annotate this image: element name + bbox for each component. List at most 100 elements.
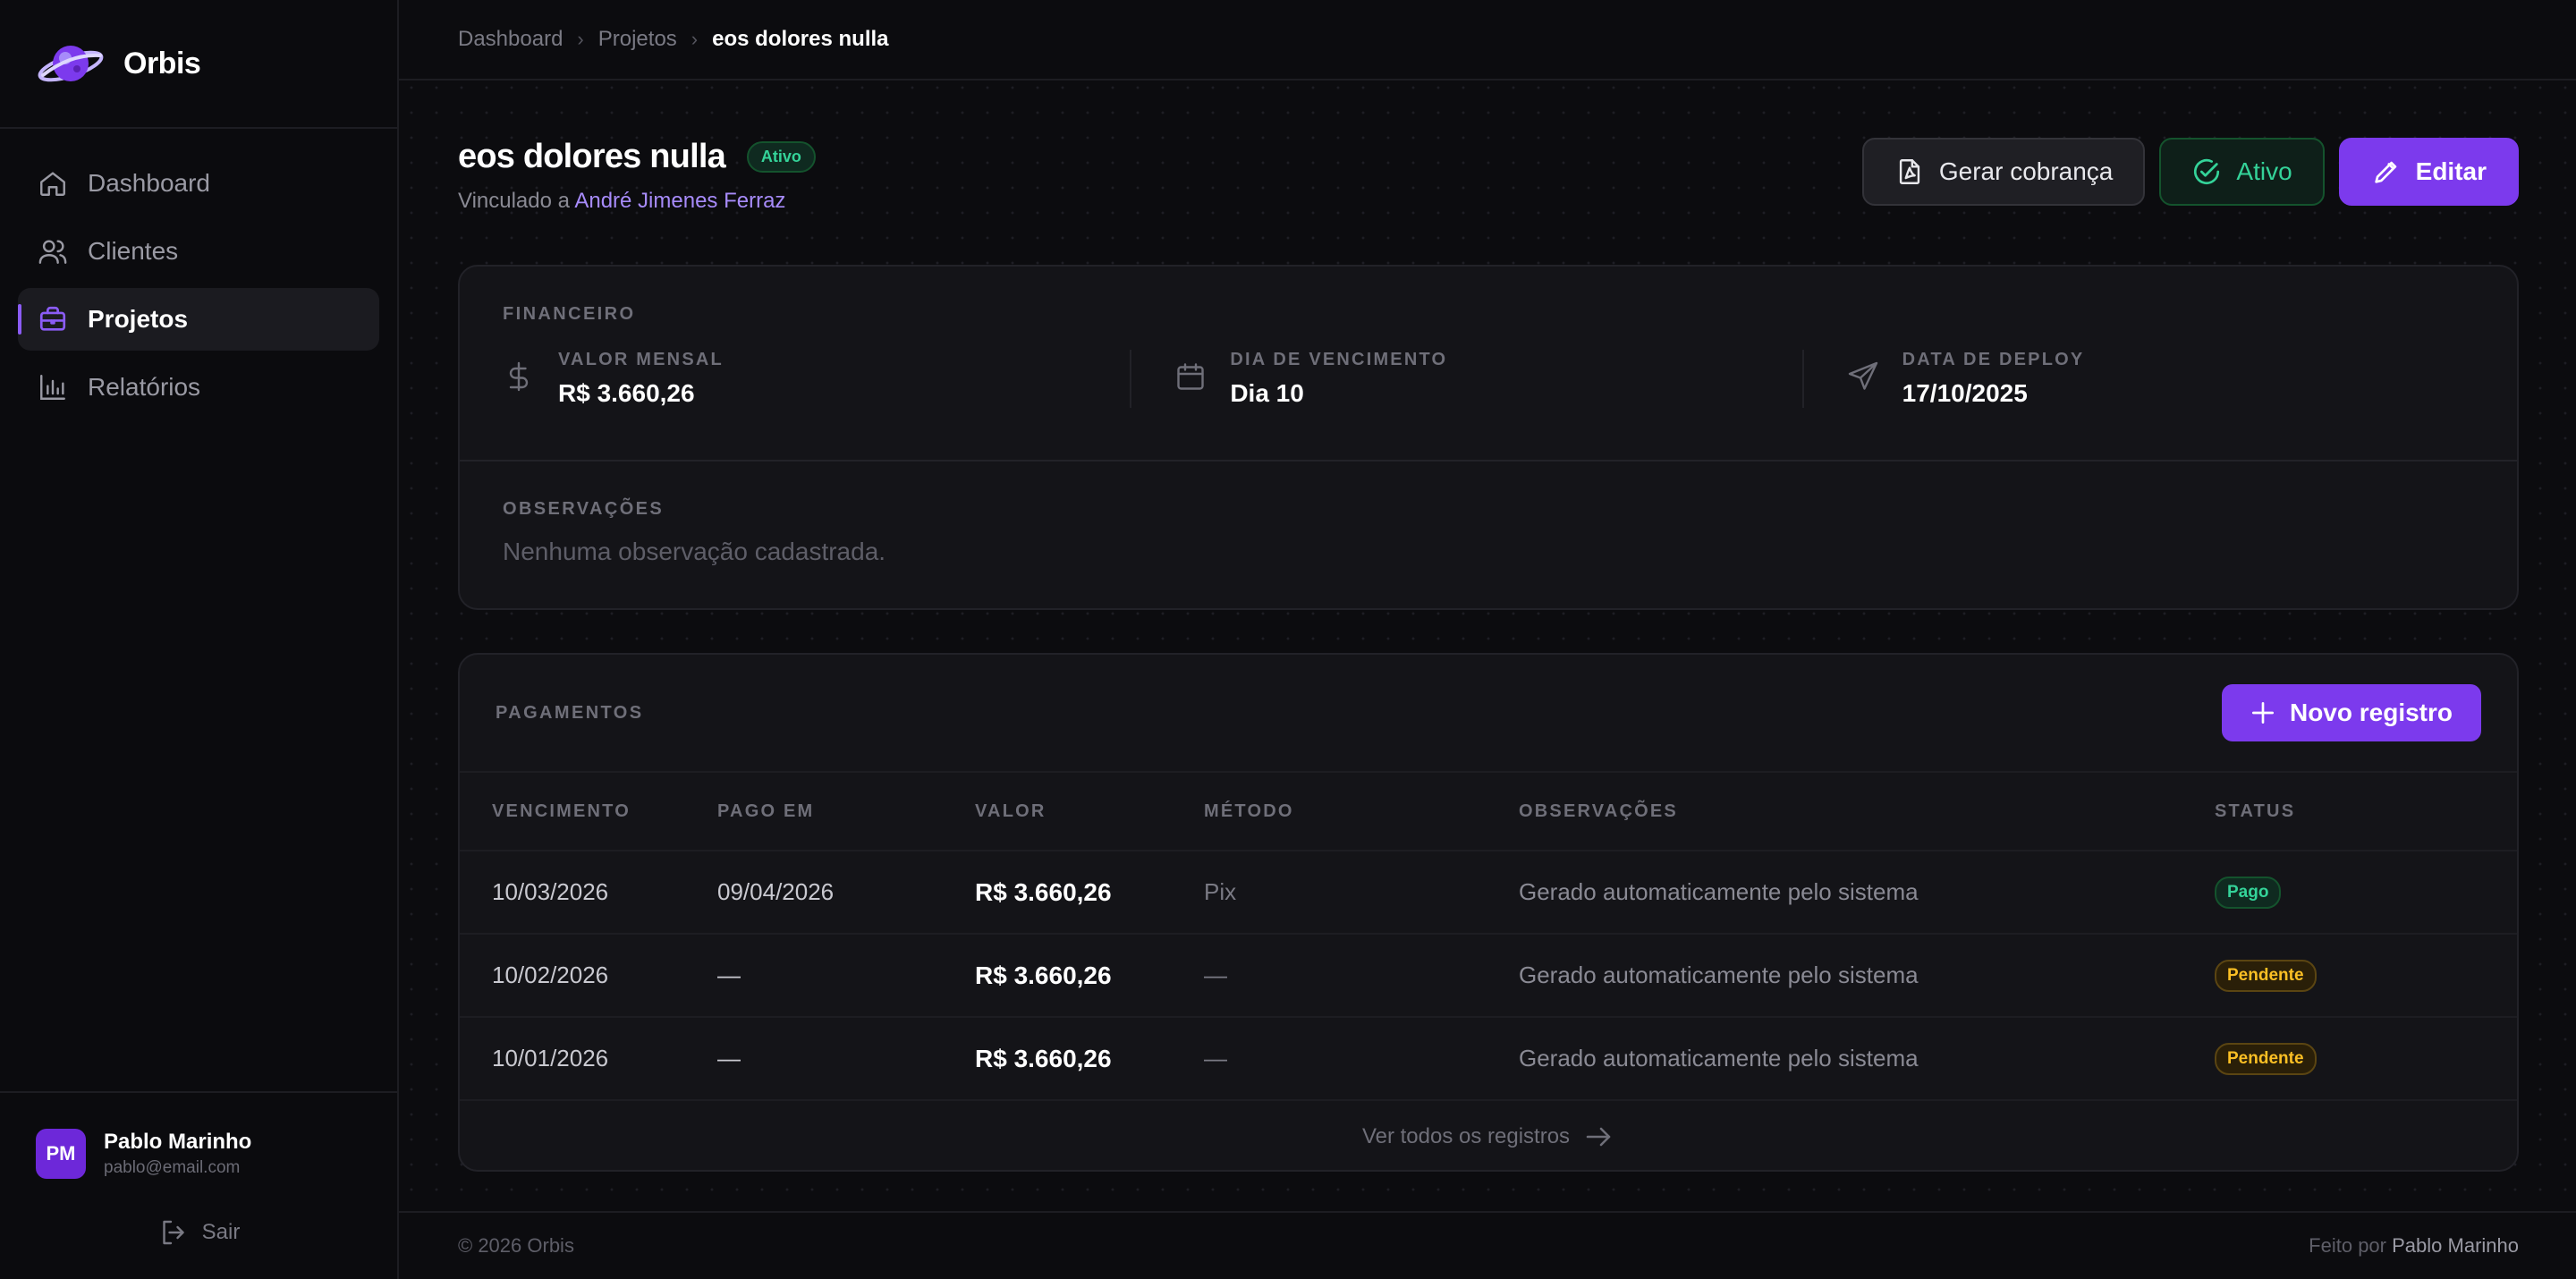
column-header[interactable]: OBSERVAÇÕES: [1519, 801, 2215, 822]
avatar: PM: [36, 1129, 86, 1179]
new-record-button[interactable]: Novo registro: [2221, 684, 2481, 741]
sidebar-nav: Dashboard Clientes Projetos Relatórios: [0, 129, 397, 1091]
cell-due: 10/01/2026: [492, 1045, 609, 1071]
column-header[interactable]: STATUS: [2215, 801, 2517, 822]
footer-copyright: © 2026 Orbis: [458, 1234, 574, 1257]
due-day-value: Dia 10: [1230, 379, 1304, 407]
status-badge: Pendente: [2215, 1043, 2317, 1075]
cell-due: 10/03/2026: [492, 878, 609, 905]
home-icon: [40, 172, 65, 196]
logout-icon: [162, 1220, 184, 1245]
notes-label: OBSERVAÇÕES: [503, 499, 665, 519]
sidebar-item-dashboard[interactable]: Dashboard: [18, 152, 379, 215]
page-header: eos dolores nulla Ativo Vinculado a Andr…: [458, 80, 2519, 265]
logout-label: Sair: [201, 1220, 241, 1244]
column-header[interactable]: VENCIMENTO: [460, 801, 717, 822]
calendar-icon: [1177, 363, 1205, 390]
chevron-right-icon: ›: [691, 28, 699, 50]
table-header-row: VENCIMENTO PAGO EM VALOR MÉTODO OBSERVAÇ…: [460, 773, 2517, 851]
sidebar-item-label: Relatórios: [88, 373, 201, 401]
briefcase-icon: [39, 306, 66, 331]
due-day-label: DIA DE VENCIMENTO: [1230, 350, 1448, 369]
cell-notes: Gerado automaticamente pelo sistema: [1519, 878, 1919, 905]
cell-method: —: [1204, 961, 1227, 988]
user-email: pablo@email.com: [104, 1158, 241, 1177]
sidebar-item-clientes[interactable]: Clientes: [18, 220, 379, 283]
table-row[interactable]: 10/02/2026 — R$ 3.660,26 — Gerado automa…: [460, 935, 2517, 1018]
plus-icon: [2251, 702, 2274, 724]
breadcrumb-item-projetos[interactable]: Projetos: [598, 27, 677, 52]
column-header[interactable]: PAGO EM: [717, 801, 975, 822]
sidebar-item-label: Projetos: [88, 305, 189, 333]
financial-card: FINANCEIRO VALOR MENSAL R$ 3.660,26 DIA …: [458, 265, 2519, 610]
footer-credit: Feito por Pablo Marinho: [2309, 1234, 2519, 1258]
breadcrumb: Dashboard › Projetos › eos dolores nulla: [399, 0, 2576, 80]
cell-paid: 09/04/2026: [717, 878, 835, 905]
payments-card: PAGAMENTOS Novo registro VENCIMENTO PAGO…: [458, 653, 2519, 1172]
sidebar-item-label: Dashboard: [88, 169, 210, 197]
view-all-records-link[interactable]: Ver todos os registros: [460, 1101, 2517, 1170]
brand-name: Orbis: [123, 46, 201, 80]
cell-due: 10/02/2026: [492, 961, 609, 988]
page-title: eos dolores nulla: [458, 138, 726, 175]
linked-client-link[interactable]: André Jimenes Ferraz: [574, 189, 785, 213]
monthly-value-field: VALOR MENSAL R$ 3.660,26: [503, 350, 1130, 408]
column-header[interactable]: VALOR: [975, 801, 1204, 822]
planet-logo-icon: [38, 46, 104, 82]
sidebar: Orbis Dashboard Clientes Projetos Relató…: [0, 0, 399, 1279]
brand[interactable]: Orbis: [0, 0, 397, 129]
footer-author-link[interactable]: Pablo Marinho: [2392, 1234, 2519, 1257]
cell-value: R$ 3.660,26: [975, 1044, 1112, 1072]
chevron-right-icon: ›: [577, 28, 584, 50]
status-toggle-button[interactable]: Ativo: [2159, 138, 2325, 206]
column-header[interactable]: MÉTODO: [1204, 801, 1519, 822]
sidebar-item-relatorios[interactable]: Relatórios: [18, 356, 379, 419]
new-record-label: Novo registro: [2289, 699, 2453, 726]
generate-invoice-label: Gerar cobrança: [1938, 157, 2114, 185]
cell-value: R$ 3.660,26: [975, 961, 1112, 989]
notes-value: Nenhuma observação cadastrada.: [503, 538, 886, 565]
deploy-date-field: DATA DE DEPLOY 17/10/2025: [1801, 350, 2474, 408]
financial-section-label: FINANCEIRO: [503, 304, 636, 324]
breadcrumb-item-dashboard[interactable]: Dashboard: [458, 27, 563, 52]
status-badge: Pendente: [2215, 960, 2317, 992]
user-name: Pablo Marinho: [104, 1130, 252, 1154]
cell-method: —: [1204, 1045, 1227, 1071]
monthly-value: R$ 3.660,26: [558, 379, 695, 407]
edit-label: Editar: [2415, 157, 2487, 185]
bar-chart-icon: [40, 375, 65, 400]
cell-paid: —: [717, 1045, 741, 1071]
cell-method: Pix: [1204, 878, 1237, 905]
users-icon: [38, 240, 67, 264]
payments-section-label: PAGAMENTOS: [496, 702, 644, 723]
generate-invoice-button[interactable]: Gerar cobrança: [1861, 138, 2146, 206]
sidebar-item-projetos[interactable]: Projetos: [18, 288, 379, 351]
logout-button[interactable]: Sair: [36, 1216, 361, 1249]
edit-button[interactable]: Editar: [2338, 138, 2519, 206]
linked-prefix: Vinculado a: [458, 189, 570, 213]
app: Orbis Dashboard Clientes Projetos Relató…: [0, 0, 2576, 1279]
page-body: eos dolores nulla Ativo Vinculado a Andr…: [399, 80, 2576, 1172]
cell-value: R$ 3.660,26: [975, 877, 1112, 906]
linked-client-text: Vinculado a André Jimenes Ferraz: [458, 189, 816, 214]
check-circle-icon: [2194, 158, 2220, 185]
cell-paid: —: [717, 961, 741, 988]
footer-credit-prefix: Feito por: [2309, 1234, 2386, 1257]
breadcrumb-current: eos dolores nulla: [712, 27, 889, 51]
main-content: Dashboard › Projetos › eos dolores nulla…: [399, 0, 2576, 1279]
status-badge: Ativo: [746, 141, 816, 173]
sidebar-item-label: Clientes: [88, 237, 179, 265]
status-toggle-label: Ativo: [2236, 157, 2292, 185]
monthly-value-label: VALOR MENSAL: [558, 350, 724, 369]
user-profile[interactable]: PM Pablo Marinho pablo@email.com: [36, 1129, 361, 1179]
dollar-icon: [509, 361, 529, 392]
footer: © 2026 Orbis Feito por Pablo Marinho: [399, 1211, 2576, 1279]
arrow-right-icon: [1586, 1127, 1611, 1147]
view-all-label: Ver todos os registros: [1361, 1124, 1571, 1148]
pencil-icon: [2374, 161, 2396, 183]
due-day-field: DIA DE VENCIMENTO Dia 10: [1130, 350, 1801, 408]
deploy-date-value: 17/10/2025: [1902, 379, 2028, 407]
send-icon: [1848, 361, 1877, 390]
table-row[interactable]: 10/03/2026 09/04/2026 R$ 3.660,26 Pix Ge…: [460, 851, 2517, 935]
table-row[interactable]: 10/01/2026 — R$ 3.660,26 — Gerado automa…: [460, 1018, 2517, 1101]
